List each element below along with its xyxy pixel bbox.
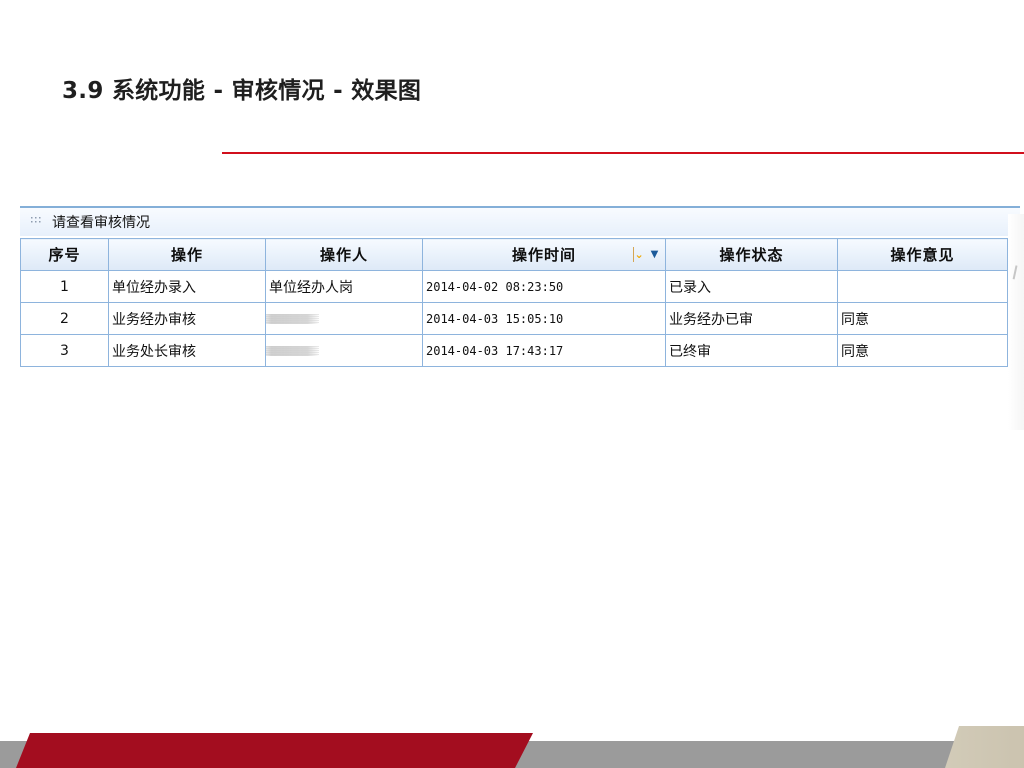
title-divider [222, 152, 1024, 154]
operator-cell: 单位经办人岗 [265, 270, 423, 303]
audit-status-panel: 请查看审核情况 序号 操作 操作人 操作时间 ⌄ ▼ 操作状态 操作意见 1 单… [20, 206, 1020, 376]
column-header-operation[interactable]: 操作 [108, 238, 266, 271]
sort-indicator-icon[interactable]: ⌄ [632, 246, 646, 262]
column-header-operator[interactable]: 操作人 [265, 238, 423, 271]
column-header-opinion[interactable]: 操作意见 [837, 238, 1008, 271]
opinion-cell: 同意 [837, 302, 1008, 335]
operation-cell: 单位经办录入 [108, 270, 266, 303]
row-index: 2 [20, 302, 109, 335]
time-sort-controls[interactable]: ⌄ ▼ [627, 240, 665, 270]
opinion-cell [837, 270, 1008, 303]
table-header: 序号 操作 操作人 操作时间 ⌄ ▼ 操作状态 操作意见 [20, 238, 1008, 271]
table-row[interactable]: 3 业务处长审核 2014-04-03 17:43:17 已终审 同意 [20, 334, 1008, 367]
opinion-cell: 同意 [837, 334, 1008, 367]
redacted-operator-name [266, 313, 319, 324]
table-row[interactable]: 2 业务经办审核 2014-04-03 15:05:10 业务经办已审 同意 [20, 302, 1008, 335]
presentation-slide: 3.9 系统功能 - 审核情况 - 效果图 请查看审核情况 序号 操作 操作人 … [0, 0, 1024, 768]
row-index: 3 [20, 334, 109, 367]
status-cell: 已终审 [665, 334, 838, 367]
operation-time-cell: 2014-04-03 17:43:17 [422, 334, 666, 367]
footer-beige-band [945, 726, 1024, 768]
operator-cell [265, 302, 423, 335]
status-cell: 业务经办已审 [665, 302, 838, 335]
slide-title: 3.9 系统功能 - 审核情况 - 效果图 [62, 78, 422, 104]
grip-icon[interactable] [30, 216, 44, 225]
status-cell: 已录入 [665, 270, 838, 303]
column-header-status[interactable]: 操作状态 [665, 238, 838, 271]
table-body: 1 单位经办录入 单位经办人岗 2014-04-02 08:23:50 已录入 … [20, 270, 1008, 367]
operator-cell [265, 334, 423, 367]
panel-title: 请查看审核情况 [52, 215, 150, 231]
footer-red-band [16, 733, 533, 768]
redacted-operator-name [266, 345, 319, 356]
audit-table: 序号 操作 操作人 操作时间 ⌄ ▼ 操作状态 操作意见 1 单位经办录入 单位… [20, 238, 1008, 367]
column-header-time[interactable]: 操作时间 ⌄ ▼ [422, 238, 666, 271]
operation-time-cell: 2014-04-03 15:05:10 [422, 302, 666, 335]
chevron-down-icon[interactable]: ▼ [651, 250, 660, 260]
operation-cell: 业务处长审核 [108, 334, 266, 367]
page-edge-shadow [1008, 214, 1024, 430]
table-row[interactable]: 1 单位经办录入 单位经办人岗 2014-04-02 08:23:50 已录入 [20, 270, 1008, 303]
operation-cell: 业务经办审核 [108, 302, 266, 335]
header-row: 序号 操作 操作人 操作时间 ⌄ ▼ 操作状态 操作意见 [20, 238, 1008, 271]
operation-time-cell: 2014-04-02 08:23:50 [422, 270, 666, 303]
row-index: 1 [20, 270, 109, 303]
column-header-index[interactable]: 序号 [20, 238, 109, 271]
column-header-time-label: 操作时间 [511, 246, 576, 264]
panel-header: 请查看审核情况 [20, 208, 1020, 236]
